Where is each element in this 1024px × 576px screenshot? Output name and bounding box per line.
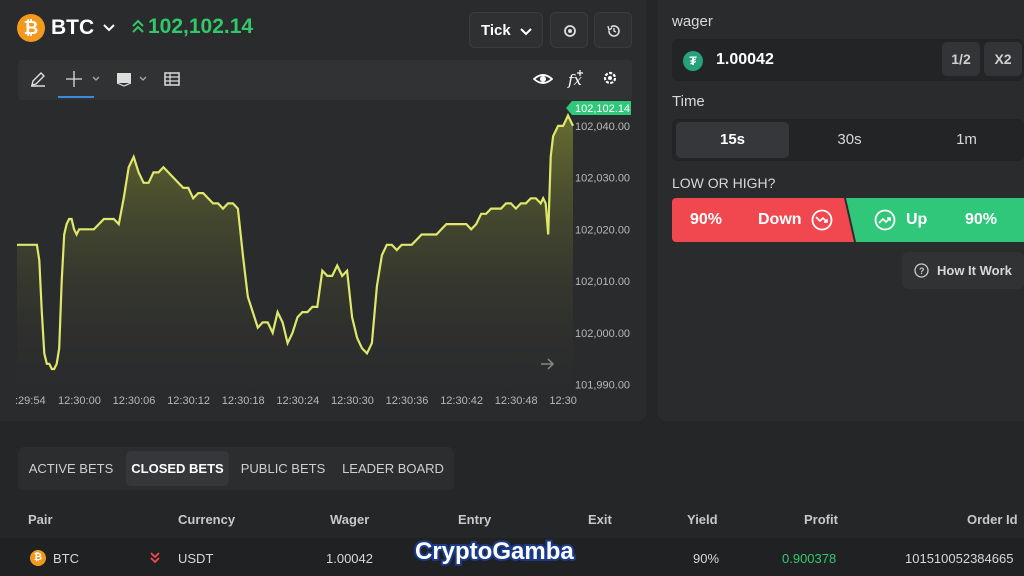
x-tick-label: 12:30:30 [331, 395, 374, 407]
eye-icon[interactable] [533, 70, 553, 88]
svg-text:?: ? [919, 266, 925, 276]
up-button[interactable]: Up 90% [846, 198, 1024, 242]
row-wager: 1.00042 [326, 551, 373, 566]
x-tick-label: 12:30:48 [495, 395, 538, 407]
watermark-logo: CryptoGamba CryptoGamba [413, 536, 576, 567]
tab-leader-board[interactable]: LEADER BOARD [338, 451, 448, 486]
up-label: Up [906, 211, 928, 228]
y-tick-label: 102,020.00 [575, 224, 630, 236]
bitcoin-icon: ₿ [17, 14, 45, 42]
col-pair: Pair [28, 512, 53, 527]
chevron-down-icon[interactable] [91, 74, 101, 84]
col-profit: Profit [804, 512, 838, 527]
double-chevron-down-icon [150, 552, 160, 564]
help-circle-icon: ? [914, 263, 929, 278]
x-tick-label: 12:30 [549, 395, 577, 407]
svg-text:CryptoGamba: CryptoGamba [415, 538, 574, 565]
x-tick-label: 12:30:24 [276, 395, 319, 407]
active-tool-indicator [58, 96, 94, 98]
x-tick-label: 12:30:06 [113, 395, 156, 407]
x-tick-label: 12:30:00 [58, 395, 101, 407]
chart-panel: ₿ BTC 102,102.14 Tick fx 102,040.00 102,… [0, 0, 646, 421]
settings-button[interactable] [550, 12, 588, 48]
y-tick-label: 101,990.00 [575, 379, 630, 391]
row-yield: 90% [693, 551, 720, 566]
x-tick-label: 12:30:36 [386, 395, 429, 407]
time-option-30s[interactable]: 30s [793, 122, 906, 158]
x-tick-label: 12:30:18 [222, 395, 265, 407]
y-tick-label: 102,040.00 [575, 121, 630, 133]
function-fx-icon[interactable]: fx [566, 68, 586, 90]
wager-input[interactable]: ₮ 1.00042 1/2 X2 [672, 39, 1024, 81]
x-tick-label: :29:54 [15, 395, 46, 407]
svg-text:102,102.14: 102,102.14 [575, 103, 630, 115]
price-chart[interactable]: 102,040.00 102,030.00 102,020.00 102,010.00… [0, 100, 646, 420]
price-up-icon [132, 19, 144, 33]
tab-public-bets[interactable]: PUBLIC BETS [236, 451, 330, 486]
row-currency: USDT [178, 551, 214, 566]
gear-icon [564, 25, 576, 37]
up-payout: 90% [965, 211, 998, 228]
history-icon [607, 25, 620, 37]
wager-label: wager [672, 13, 713, 30]
chevron-down-icon[interactable] [138, 74, 148, 84]
col-wager: Wager [330, 512, 370, 527]
x-tick-label: 12:30:12 [167, 395, 210, 407]
row-order-id: 101510052384665 [905, 551, 1014, 566]
how-it-work-label: How It Work [937, 263, 1012, 278]
trend-up-icon [874, 209, 896, 231]
table-icon[interactable] [163, 70, 181, 88]
history-button[interactable] [594, 12, 632, 48]
current-price: 102,102.14 [148, 15, 254, 38]
row-pair: BTC [53, 551, 79, 566]
bets-tabs: ACTIVE BETS CLOSED BETS PUBLIC BETS LEAD… [18, 447, 454, 490]
chevron-down-icon[interactable] [100, 18, 118, 36]
gear-icon[interactable] [602, 70, 618, 86]
chevron-down-icon [520, 28, 532, 36]
row-profit: 0.900378 [782, 551, 837, 566]
time-label: Time [672, 93, 705, 110]
trend-down-icon [811, 209, 833, 231]
chart-type-select[interactable]: Tick [469, 12, 543, 48]
time-selector: 15s 30s 1m [672, 119, 1024, 161]
col-entry: Entry [458, 512, 492, 527]
low-or-high-label: LOW OR HIGH? [672, 175, 776, 191]
half-wager-button[interactable]: 1/2 [942, 42, 980, 76]
tab-active-bets[interactable]: ACTIVE BETS [24, 451, 118, 486]
down-button[interactable]: 90% Down [672, 198, 854, 242]
pencil-icon[interactable] [29, 70, 47, 88]
price-area-fill [17, 115, 573, 400]
time-option-15s[interactable]: 15s [676, 122, 789, 158]
double-wager-button[interactable]: X2 [984, 42, 1022, 76]
down-payout: 90% [690, 211, 723, 228]
y-tick-label: 102,010.00 [575, 276, 630, 288]
down-label: Down [758, 211, 802, 228]
how-it-work-button[interactable]: ? How It Work [902, 252, 1024, 289]
y-tick-label: 102,000.00 [575, 328, 630, 340]
crosshair-icon[interactable] [65, 70, 83, 88]
tether-icon: ₮ [683, 51, 703, 71]
wager-value[interactable]: 1.00042 [716, 51, 774, 69]
col-currency: Currency [178, 512, 236, 527]
y-axis: 102,040.00 102,030.00 102,020.00 102,010.00… [575, 121, 630, 392]
y-tick-label: 102,030.00 [575, 173, 630, 185]
col-exit: Exit [588, 512, 612, 527]
pair-selector-label[interactable]: BTC [51, 16, 94, 40]
current-price-tag: 102,102.14 [566, 101, 631, 115]
tab-closed-bets[interactable]: CLOSED BETS [126, 451, 229, 486]
chart-type-label: Tick [481, 22, 511, 39]
indicator-book-icon[interactable] [115, 70, 133, 88]
time-option-1m[interactable]: 1m [910, 122, 1023, 158]
col-yield: Yield [687, 512, 718, 527]
chart-toolbar: fx [18, 60, 632, 100]
trade-panel: wager ₮ 1.00042 1/2 X2 Time 15s 30s 1m L… [658, 0, 1024, 421]
bitcoin-icon: ₿ [30, 550, 46, 566]
bets-table-header: Pair Currency Wager Entry Exit Yield Pro… [0, 508, 1024, 530]
x-tick-label: 12:30:42 [440, 395, 483, 407]
col-order-id: Order Id [967, 512, 1018, 527]
